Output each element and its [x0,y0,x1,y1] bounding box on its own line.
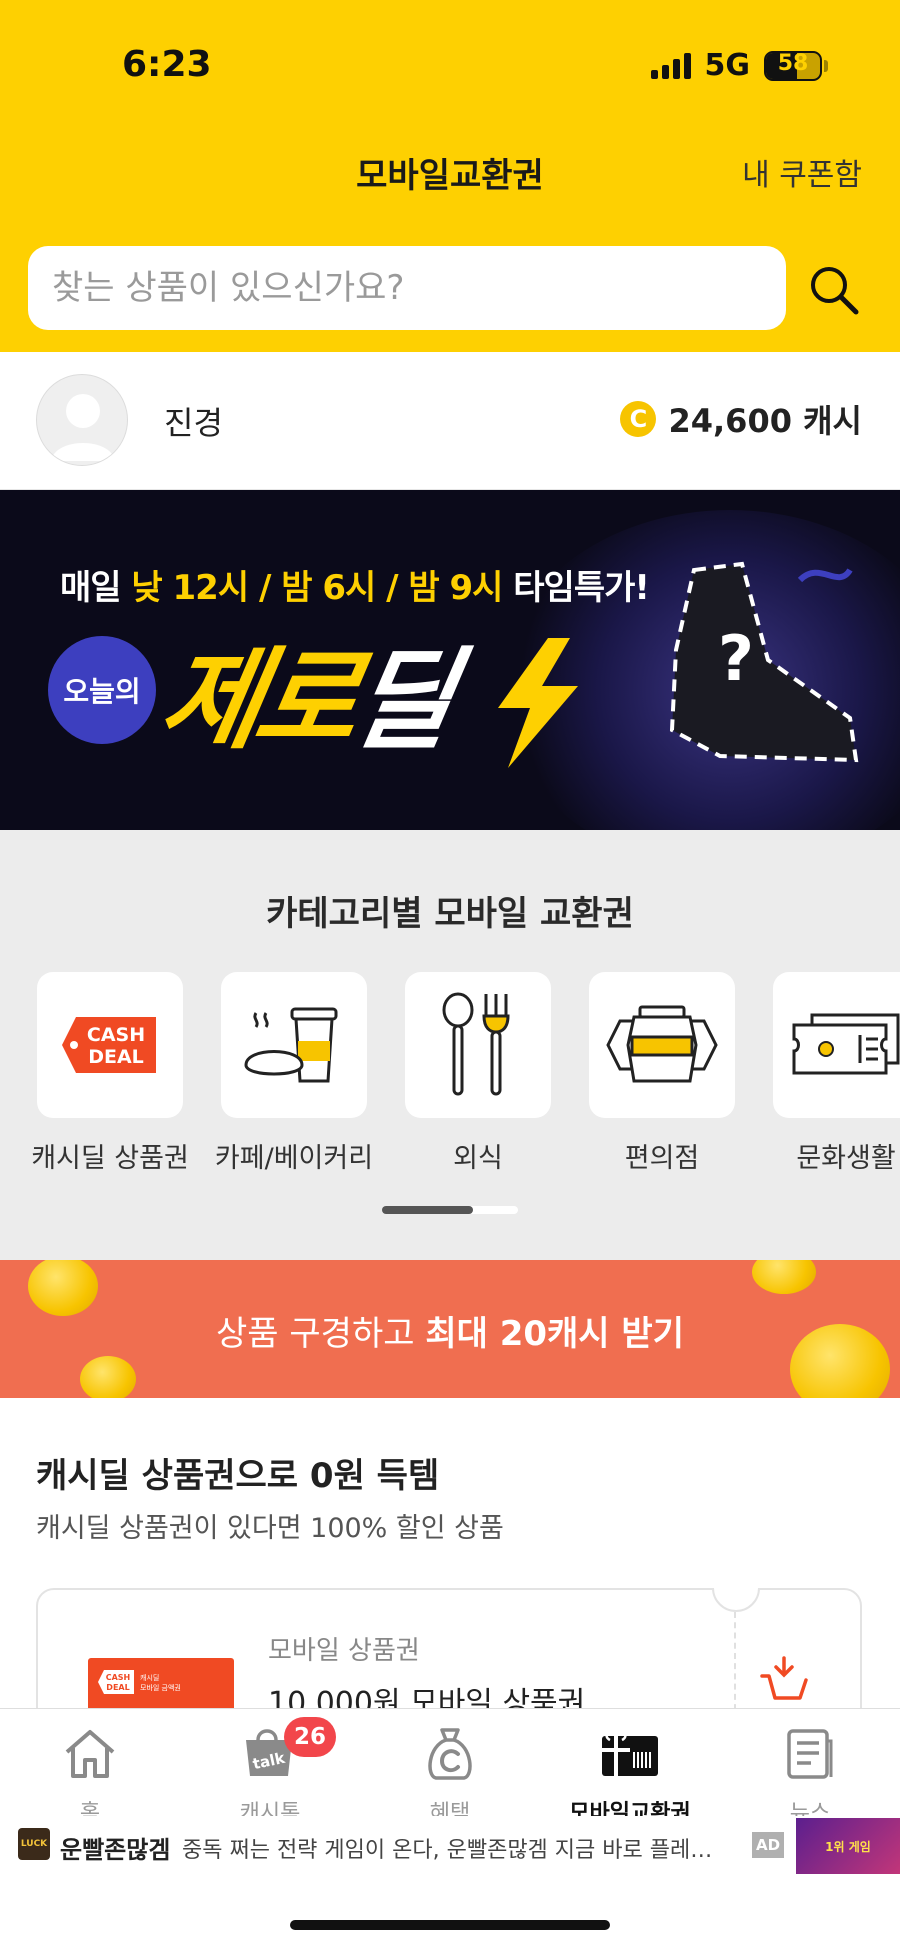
ticket-icon [792,1013,900,1075]
tab-home[interactable]: 홈 [0,1723,180,1827]
bottom-tab-bar: 홈 talk 26 캐시톡 혜택 모바일교환권 뉴스 [0,1708,900,1827]
category-label: 외식 [453,1143,503,1174]
cash-balance[interactable]: C 24,600 캐시 [620,396,862,442]
cash-deal-tag-icon: CASH DEAL [62,1017,156,1073]
section-title: 캐시딜 상품권으로 0원 득템 [36,1456,440,1496]
coupon-thumbnail: CASH DEAL 캐시딜 모바일 금액권 [88,1658,234,1708]
zero-deal-title: 제로딜 [150,636,460,764]
section-subtitle: 캐시딜 상품권이 있다면 100% 할인 상품 [36,1513,504,1544]
ad-title: 운빨존많겜 [60,1836,171,1864]
svg-text:DEAL: DEAL [106,1683,129,1692]
default-avatar-icon [51,394,115,461]
category-cash-deal[interactable]: CASH DEAL 캐시딜 상품권 [18,972,202,1175]
battery-percent: 58 [777,50,809,76]
home-indicator[interactable] [290,1920,610,1930]
ad-app-logo: LUCK [18,1828,50,1860]
gift-voucher-icon [602,1731,658,1776]
search-bar[interactable] [28,246,786,330]
cart-download-icon[interactable] [760,1656,810,1706]
top-header: 6:23 5G 58 모바일교환권 내 쿠폰함 [0,0,900,352]
promo-text: 상품 구경하고 최대 20캐시 받기 [216,1314,684,1354]
category-cafe-bakery[interactable]: 카페/베이커리 [202,972,386,1175]
search-input[interactable] [52,268,786,308]
svg-text:캐시딜: 캐시딜 [140,1674,159,1682]
category-scroll-indicator [382,1206,518,1214]
zero-deal-banner[interactable]: 매일 낮 12시 / 밤 6시 / 밤 9시 타임특가! 오늘의 제로딜 ? [0,490,900,830]
tab-news[interactable]: 뉴스 [720,1723,900,1827]
coupon-card[interactable]: CASH DEAL 캐시딜 모바일 금액권 모바일 상품권 10,000원 모바… [36,1560,862,1708]
convenience-store-jars-icon [606,1005,718,1083]
svg-text:모바일 금액권: 모바일 금액권 [140,1683,181,1692]
signal-icon [650,52,691,79]
network-type: 5G [704,48,751,83]
spoon-fork-icon [442,992,510,1096]
svg-text:?: ? [718,622,754,695]
coupon-category: 모바일 상품권 [268,1636,420,1666]
today-badge: 오늘의 [48,636,156,744]
category-section: 카테고리별 모바일 교환권 CASH DEAL 캐시딜 상품권 카페/베이커리 … [0,830,900,1260]
category-label: 편의점 [624,1143,700,1174]
ad-label: AD [752,1832,784,1858]
home-icon [65,1730,115,1778]
mystery-shoe-icon: ? [669,561,859,763]
category-title: 카테고리별 모바일 교환권 [266,894,634,934]
coupon-name: 10,000원 모바일 상품권 [268,1686,586,1708]
category-label: 카페/베이커리 [214,1143,374,1174]
tab-benefits[interactable]: 혜택 [360,1723,540,1827]
avatar[interactable] [36,374,128,466]
svg-text:DEAL: DEAL [88,1046,144,1068]
svg-text:CASH: CASH [106,1673,131,1682]
coin-icon [80,1356,136,1398]
coffee-bread-icon [244,1007,338,1083]
category-label: 문화생활 [796,1143,896,1174]
battery-icon: 58 [764,50,822,81]
tab-cashtalk[interactable]: talk 26 캐시톡 [180,1717,360,1827]
my-coupons-link[interactable]: 내 쿠폰함 [742,150,862,194]
status-indicators: 5G 58 [650,48,828,83]
unread-badge: 26 [284,1717,336,1757]
ad-thumbnail: 1위 게임 [796,1818,900,1874]
coin-icon [752,1260,816,1294]
scroll-thumb [382,1206,474,1214]
news-icon [787,1729,833,1779]
promo-banner[interactable]: 상품 구경하고 최대 20캐시 받기 [0,1260,900,1398]
tab-mobile-voucher[interactable]: 모바일교환권 [540,1723,720,1827]
user-name: 진경 [164,404,223,442]
cash-coin-icon: C [620,401,657,437]
ad-description: 중독 쩌는 전략 게임이 온다, 운빨존많겜 지금 바로 플레이하세요 [182,1838,730,1863]
banner-headline: 매일 낮 12시 / 밤 6시 / 밤 9시 타임특가! [60,568,650,608]
category-list[interactable]: CASH DEAL 캐시딜 상품권 카페/베이커리 외식 편의점 문화생활 [0,972,900,1212]
category-culture[interactable]: 문화생활 [754,972,900,1175]
category-dining[interactable]: 외식 [386,972,570,1175]
category-label: 캐시딜 상품권 [31,1143,189,1174]
coin-pouch-icon [428,1728,472,1780]
banner-time-highlight: 낮 12시 / 밤 6시 / 밤 9시 [131,568,503,608]
svg-text:CASH: CASH [87,1024,145,1046]
ad-banner[interactable]: LUCK 운빨존많겜 중독 쩌는 전략 게임이 온다, 운빨존많겜 지금 바로 … [0,1816,900,1876]
status-time: 6:23 [122,44,212,85]
lightning-icon [498,638,578,768]
category-convenience[interactable]: 편의점 [570,972,754,1175]
cash-deal-section: 캐시딜 상품권으로 0원 득템 캐시딜 상품권이 있다면 100% 할인 상품 … [0,1398,900,1708]
cash-amount: 24,600 캐시 [668,402,862,440]
search-icon[interactable] [804,260,864,320]
profile-row: 진경 C 24,600 캐시 [0,352,900,490]
